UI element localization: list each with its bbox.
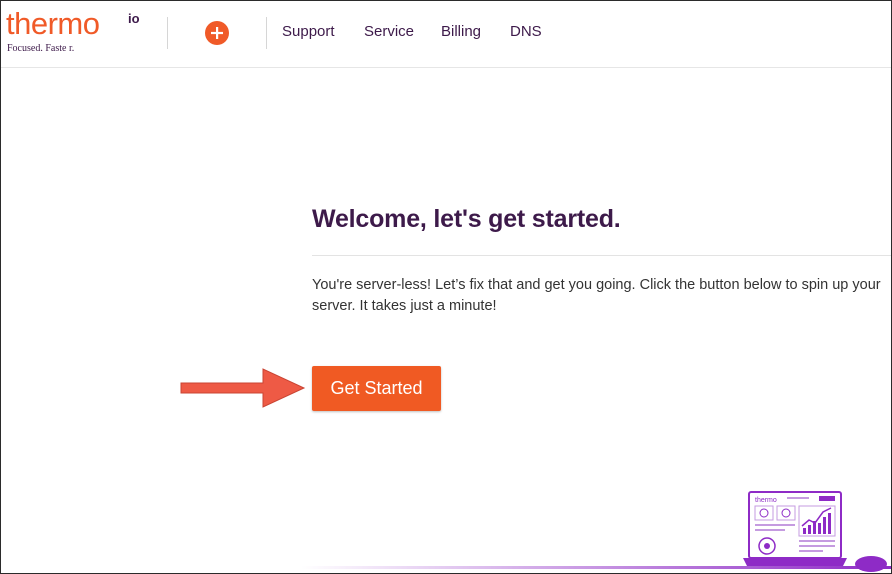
page-title: Welcome, let's get started. [312, 205, 621, 233]
nav-dns[interactable]: DNS [510, 23, 542, 41]
logo-wordmark: thermo [6, 6, 100, 41]
screen-logo: thermo [755, 497, 777, 504]
red-arrow-right-icon [180, 368, 306, 408]
app-window: thermo io Focused. Faste r. Support Serv… [0, 0, 892, 574]
title-divider [312, 255, 891, 256]
plus-circle-icon [211, 27, 223, 39]
intro-text: You're server-less! Let’s fix that and g… [312, 277, 881, 314]
add-server-button[interactable] [205, 21, 229, 45]
thermo-logo[interactable]: thermo io Focused. Faste r. [6, 7, 156, 59]
header-divider [266, 17, 267, 49]
nav-service[interactable]: Service [364, 23, 414, 41]
header-divider [167, 17, 168, 49]
get-started-button[interactable]: Get Started [312, 366, 441, 411]
nav-support[interactable]: Support [282, 23, 335, 41]
nav-billing[interactable]: Billing [441, 23, 481, 41]
logo-tagline: Focused. Faste r. [7, 43, 75, 54]
top-header: thermo io Focused. Faste r. Support Serv… [1, 1, 891, 68]
logo-superscript: io [128, 11, 140, 26]
laptop-dashboard-illustration: thermo [743, 491, 887, 572]
